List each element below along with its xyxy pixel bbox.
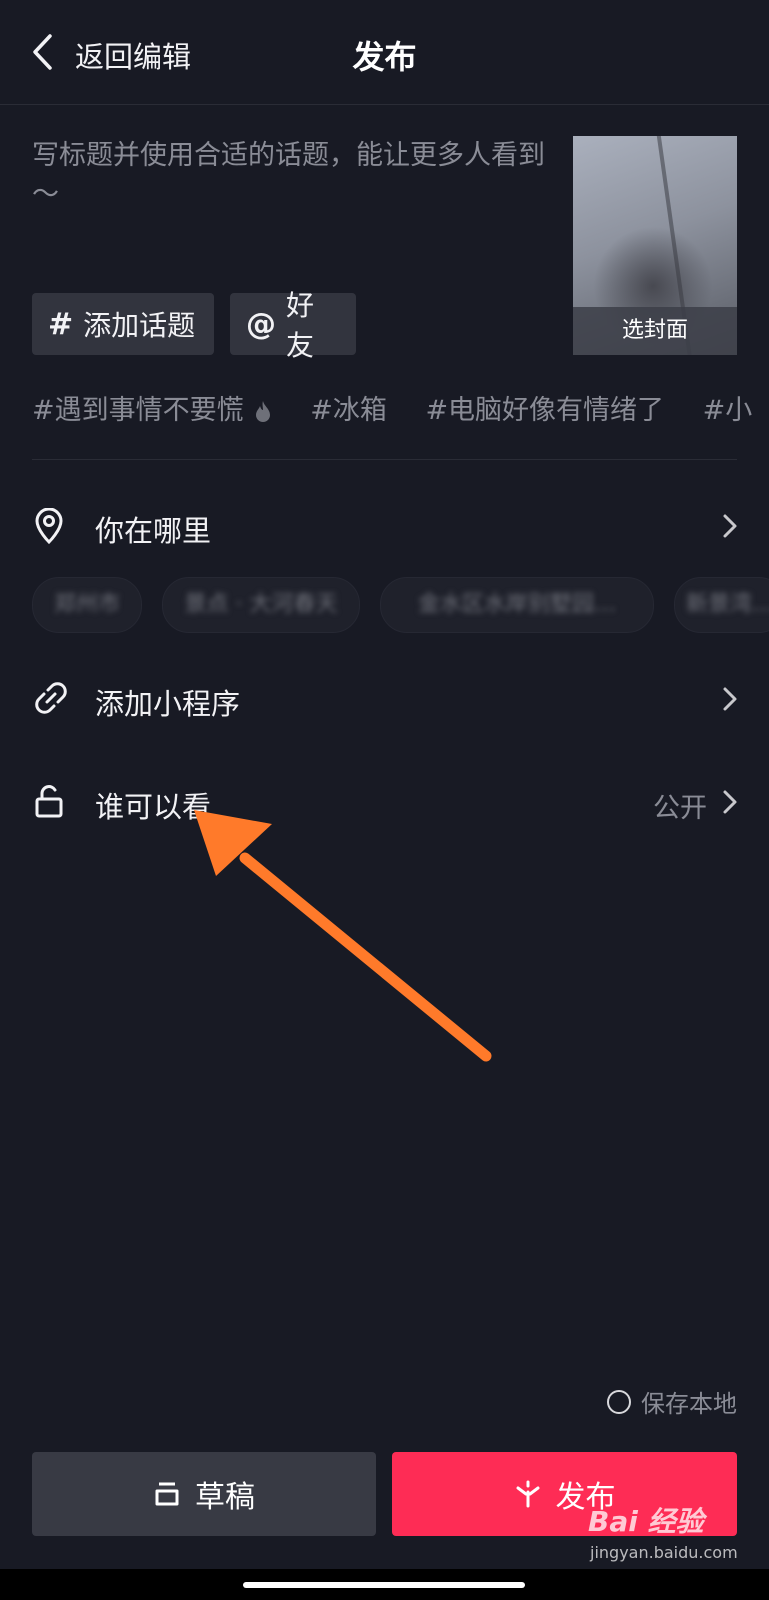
watermark-url: jingyan.baidu.com	[590, 1543, 738, 1562]
draft-label: 草稿	[195, 1480, 255, 1515]
draft-button[interactable]: 草稿	[32, 1452, 376, 1536]
sparkle-icon	[514, 1480, 542, 1508]
baidu-jingyan-watermark: Bai 经验	[588, 1505, 704, 1538]
save-local-toggle[interactable]: 保存本地	[607, 1384, 737, 1419]
radio-icon	[607, 1389, 631, 1414]
annotation-arrow	[0, 0, 769, 1100]
home-indicator[interactable]	[243, 1582, 525, 1588]
save-local-label: 保存本地	[641, 1390, 737, 1418]
draft-box-icon	[153, 1481, 181, 1507]
